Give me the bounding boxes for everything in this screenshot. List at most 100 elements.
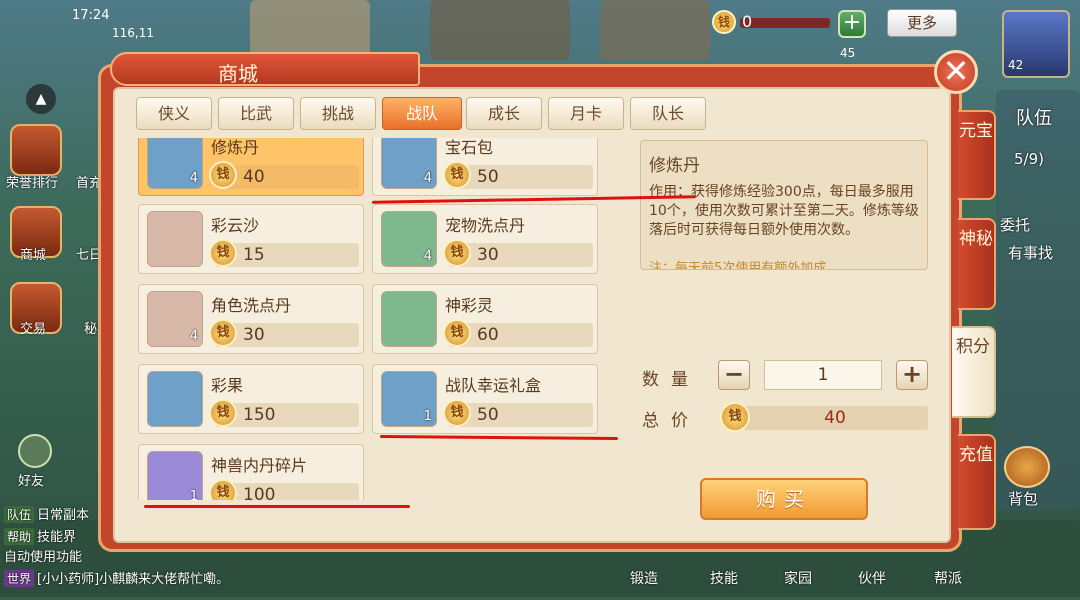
shop-item[interactable]: 彩果钱 150: [138, 364, 364, 434]
item-price: 15: [243, 245, 265, 265]
item-price: 30: [477, 245, 499, 265]
chat-line: 世界 [小小药师]小麒麟来大佬帮忙嘞。: [4, 568, 229, 587]
item-name: 角色洗点丹: [211, 296, 292, 315]
bottom-nav-item[interactable]: 伙伴: [858, 568, 886, 588]
item-price: 50: [477, 405, 499, 425]
chat-line: 帮助 技能界: [4, 526, 76, 545]
item-icon: [147, 371, 203, 427]
item-name: 神兽内丹碎片: [211, 456, 308, 475]
coin-icon: 钱: [443, 161, 471, 189]
item-icon: [381, 291, 437, 347]
shop-title-bar: [110, 52, 420, 86]
shop-item[interactable]: 1 战队幸运礼盒钱 50: [372, 364, 598, 434]
item-stack-count: 4: [423, 171, 432, 186]
tab-xiayi[interactable]: 侠义: [136, 97, 212, 130]
item-price: 40: [243, 167, 265, 187]
friends-icon[interactable]: [18, 434, 52, 468]
tab-chengzhang[interactable]: 成长: [466, 97, 542, 130]
item-description-panel: 修炼丹 作用：获得修炼经验300点，每日最多服用10个，使用次数可累计至第二天。…: [640, 140, 928, 270]
side-tab-chongzhi[interactable]: 充值: [958, 434, 996, 530]
increase-quantity-button[interactable]: +: [896, 360, 928, 390]
chat-line: 自动使用功能: [4, 550, 83, 565]
item-price: 150: [243, 405, 276, 425]
shop-item[interactable]: 神彩灵钱 60: [372, 284, 598, 354]
item-grid: 4 修炼丹钱 40 4 宝石包钱 50 彩云沙钱 15 4 宠物洗点丹钱 30 4 角色洗点丹钱 30 神彩…: [136, 138, 616, 500]
item-stack-count: 1: [189, 489, 198, 500]
item-stack-count: 4: [423, 249, 432, 264]
side-tab-shenmi[interactable]: 神秘: [958, 218, 996, 310]
item-stack-count: 1: [423, 409, 432, 424]
quantity-label: 数量: [642, 370, 700, 390]
side-tab-jifen[interactable]: 积分: [952, 326, 996, 418]
side-tab-yuanbao[interactable]: 元宝: [958, 110, 996, 200]
item-price: 50: [477, 167, 499, 187]
item-name: 宠物洗点丹: [445, 216, 526, 235]
team-label: 队伍: [1016, 108, 1052, 129]
item-icon: [147, 211, 203, 267]
shop-title: 商城: [218, 62, 258, 86]
item-name: 神彩灵: [445, 296, 494, 315]
tab-tiaozhan[interactable]: 挑战: [300, 97, 376, 130]
coin-icon: 钱: [209, 319, 237, 347]
coin-icon: 钱: [443, 399, 471, 427]
shop-item[interactable]: 4 角色洗点丹钱 30: [138, 284, 364, 354]
decrease-quantity-button[interactable]: −: [718, 360, 750, 390]
more-button[interactable]: 更多: [887, 9, 957, 37]
item-name: 战队幸运礼盒: [445, 376, 542, 395]
shop-item[interactable]: 4 修炼丹钱 40: [138, 138, 364, 196]
bag-label: 背包: [1008, 490, 1039, 508]
coin-icon: 钱: [443, 239, 471, 267]
coin-icon: 钱: [209, 161, 237, 189]
bottom-nav-item[interactable]: 家园: [784, 568, 812, 588]
clock-text: 17:24: [72, 8, 110, 23]
item-icon: 4: [381, 138, 437, 189]
total-price-label: 总价: [642, 411, 700, 431]
add-currency-button[interactable]: +: [838, 10, 866, 38]
bottom-nav-item[interactable]: 帮派: [934, 568, 962, 588]
item-icon: 4: [147, 138, 203, 189]
shop-item[interactable]: 4 宠物洗点丹钱 30: [372, 204, 598, 274]
tab-zhandui[interactable]: 战队: [382, 97, 462, 130]
item-price: 60: [477, 325, 499, 345]
item-name: 宝石包: [445, 138, 494, 157]
left-menu-label: 好友: [18, 474, 45, 489]
currency-bar: [740, 18, 830, 28]
chat-line: 队伍 日常副本: [4, 504, 89, 523]
quest-label: 有事找: [1008, 244, 1054, 262]
coin-icon: 钱: [712, 10, 736, 34]
item-name: 彩云沙: [211, 216, 260, 235]
tab-duizhang[interactable]: 队长: [630, 97, 706, 130]
collapse-arrow-icon[interactable]: ▲: [26, 84, 56, 114]
top-status-bar: 17:24 116,11 钱 0 + 45 更多 42: [0, 0, 1080, 78]
entrust-label: 委托: [1000, 216, 1031, 234]
shop-item[interactable]: 1 神兽内丹碎片钱 100: [138, 444, 364, 500]
ranking-icon[interactable]: [10, 124, 62, 176]
quantity-input[interactable]: 1: [764, 360, 882, 390]
item-name: 彩果: [211, 376, 244, 395]
currency-value: 0: [742, 12, 753, 31]
map-coordinates: 116,11: [112, 26, 154, 40]
item-icon: 1: [147, 451, 203, 500]
coin-icon: 钱: [443, 319, 471, 347]
item-icon: 4: [147, 291, 203, 347]
item-price: 30: [243, 325, 265, 345]
bag-icon[interactable]: [1004, 446, 1050, 488]
team-progress: 5/9): [1014, 150, 1044, 168]
detail-note: 注：每天前5次使用有额外加成: [649, 261, 827, 270]
tab-biwu[interactable]: 比武: [218, 97, 294, 130]
annotation-underline: [144, 505, 410, 508]
buy-button[interactable]: 购买: [700, 478, 868, 520]
bottom-nav-item[interactable]: 锻造: [630, 568, 658, 588]
item-name: 修炼丹: [211, 138, 260, 157]
close-button[interactable]: ✕: [934, 50, 978, 94]
left-menu-label: 商城: [20, 248, 47, 263]
detail-body: 作用：获得修炼经验300点，每日最多服用10个，使用次数可累计至第二天。修炼等级…: [649, 184, 919, 238]
item-stack-count: 4: [189, 329, 198, 344]
left-menu-label: 荣誉排行: [6, 176, 59, 191]
item-price: 100: [243, 485, 276, 500]
bottom-nav-item[interactable]: 技能: [710, 568, 738, 588]
shop-item[interactable]: 4 宝石包钱 50: [372, 138, 598, 196]
detail-title: 修炼丹: [649, 156, 700, 176]
shop-item[interactable]: 彩云沙钱 15: [138, 204, 364, 274]
tab-yueka[interactable]: 月卡: [548, 97, 624, 130]
